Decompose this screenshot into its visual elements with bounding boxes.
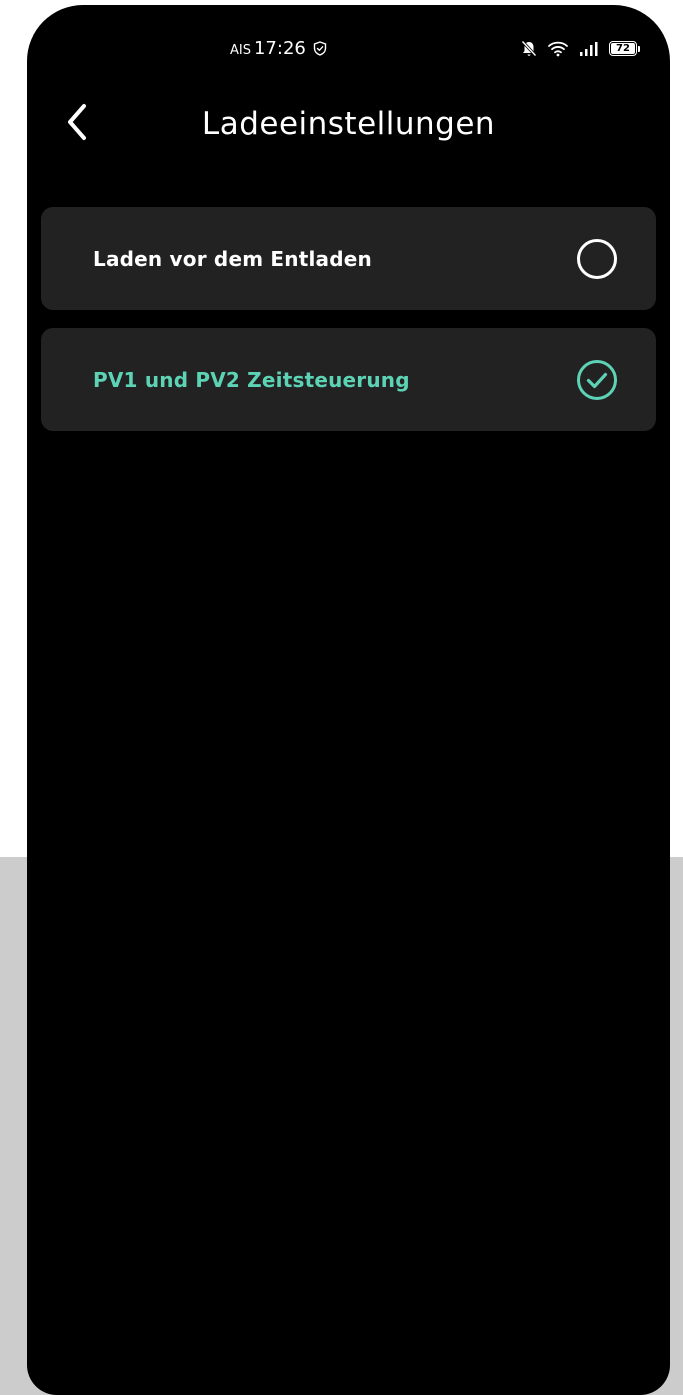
chevron-left-icon (64, 102, 90, 146)
page-title: Ladeeinstellungen (201, 106, 496, 142)
phone-screen: AIS 17:26 72 Ladeeinstellungen Laden vor… (27, 5, 670, 1395)
carrier-label: AIS (230, 43, 251, 58)
battery-level: 72 (611, 43, 635, 54)
battery-icon: 72 (609, 41, 640, 56)
bell-off-icon (521, 40, 537, 57)
signal-icon (579, 41, 599, 57)
wifi-icon (547, 40, 569, 57)
option-pv1-und-pv2-zeitsteuerung[interactable]: PV1 und PV2 Zeitsteuerung (41, 328, 656, 431)
radio-checked-icon[interactable] (576, 359, 618, 401)
status-icons: 72 (521, 40, 640, 57)
option-laden-vor-dem-entladen[interactable]: Laden vor dem Entladen (41, 207, 656, 310)
status-bar: AIS 17:26 72 (27, 5, 670, 95)
status-center: AIS 17:26 (230, 38, 327, 59)
option-label: PV1 und PV2 Zeitsteuerung (93, 367, 410, 392)
option-label: Laden vor dem Entladen (93, 246, 372, 271)
back-button[interactable] (57, 101, 97, 147)
status-time: 17:26 (253, 38, 306, 59)
header: Ladeeinstellungen (27, 95, 670, 155)
shield-check-icon (313, 41, 327, 56)
radio-unchecked-icon[interactable] (576, 238, 618, 280)
